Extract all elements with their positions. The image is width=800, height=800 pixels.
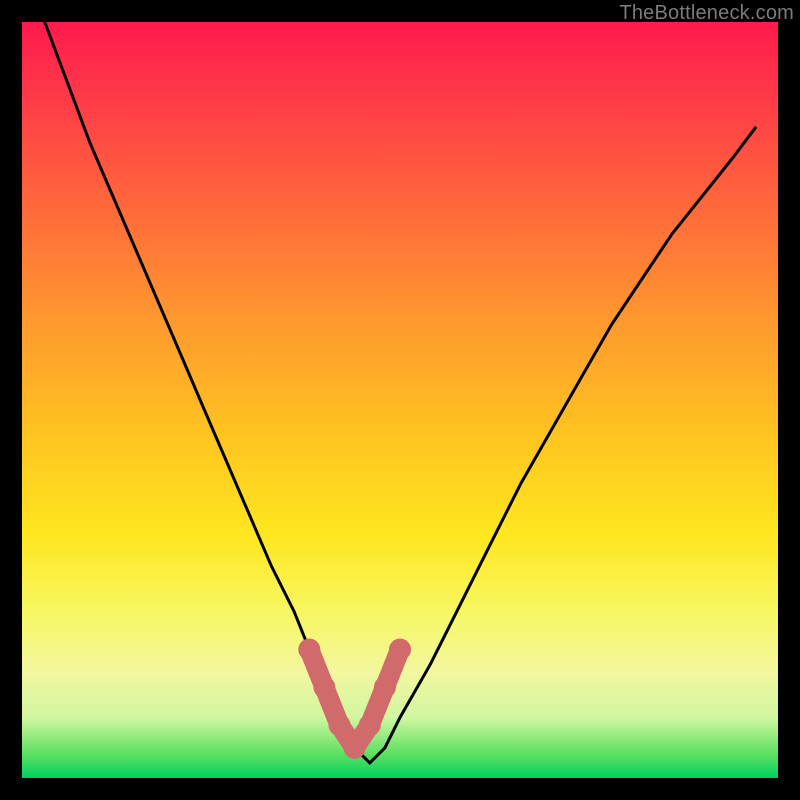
trough-marker (298, 639, 320, 661)
trough-marker (344, 737, 366, 759)
trough-markers (298, 639, 411, 759)
trough-stroke (309, 650, 400, 748)
trough-marker (389, 639, 411, 661)
trough-marker (329, 714, 351, 736)
plot-area (22, 22, 778, 778)
trough-marker (313, 676, 335, 698)
chart-overlay (22, 22, 778, 778)
trough-marker (374, 676, 396, 698)
chart-frame: TheBottleneck.com (0, 0, 800, 800)
trough-marker (359, 714, 381, 736)
